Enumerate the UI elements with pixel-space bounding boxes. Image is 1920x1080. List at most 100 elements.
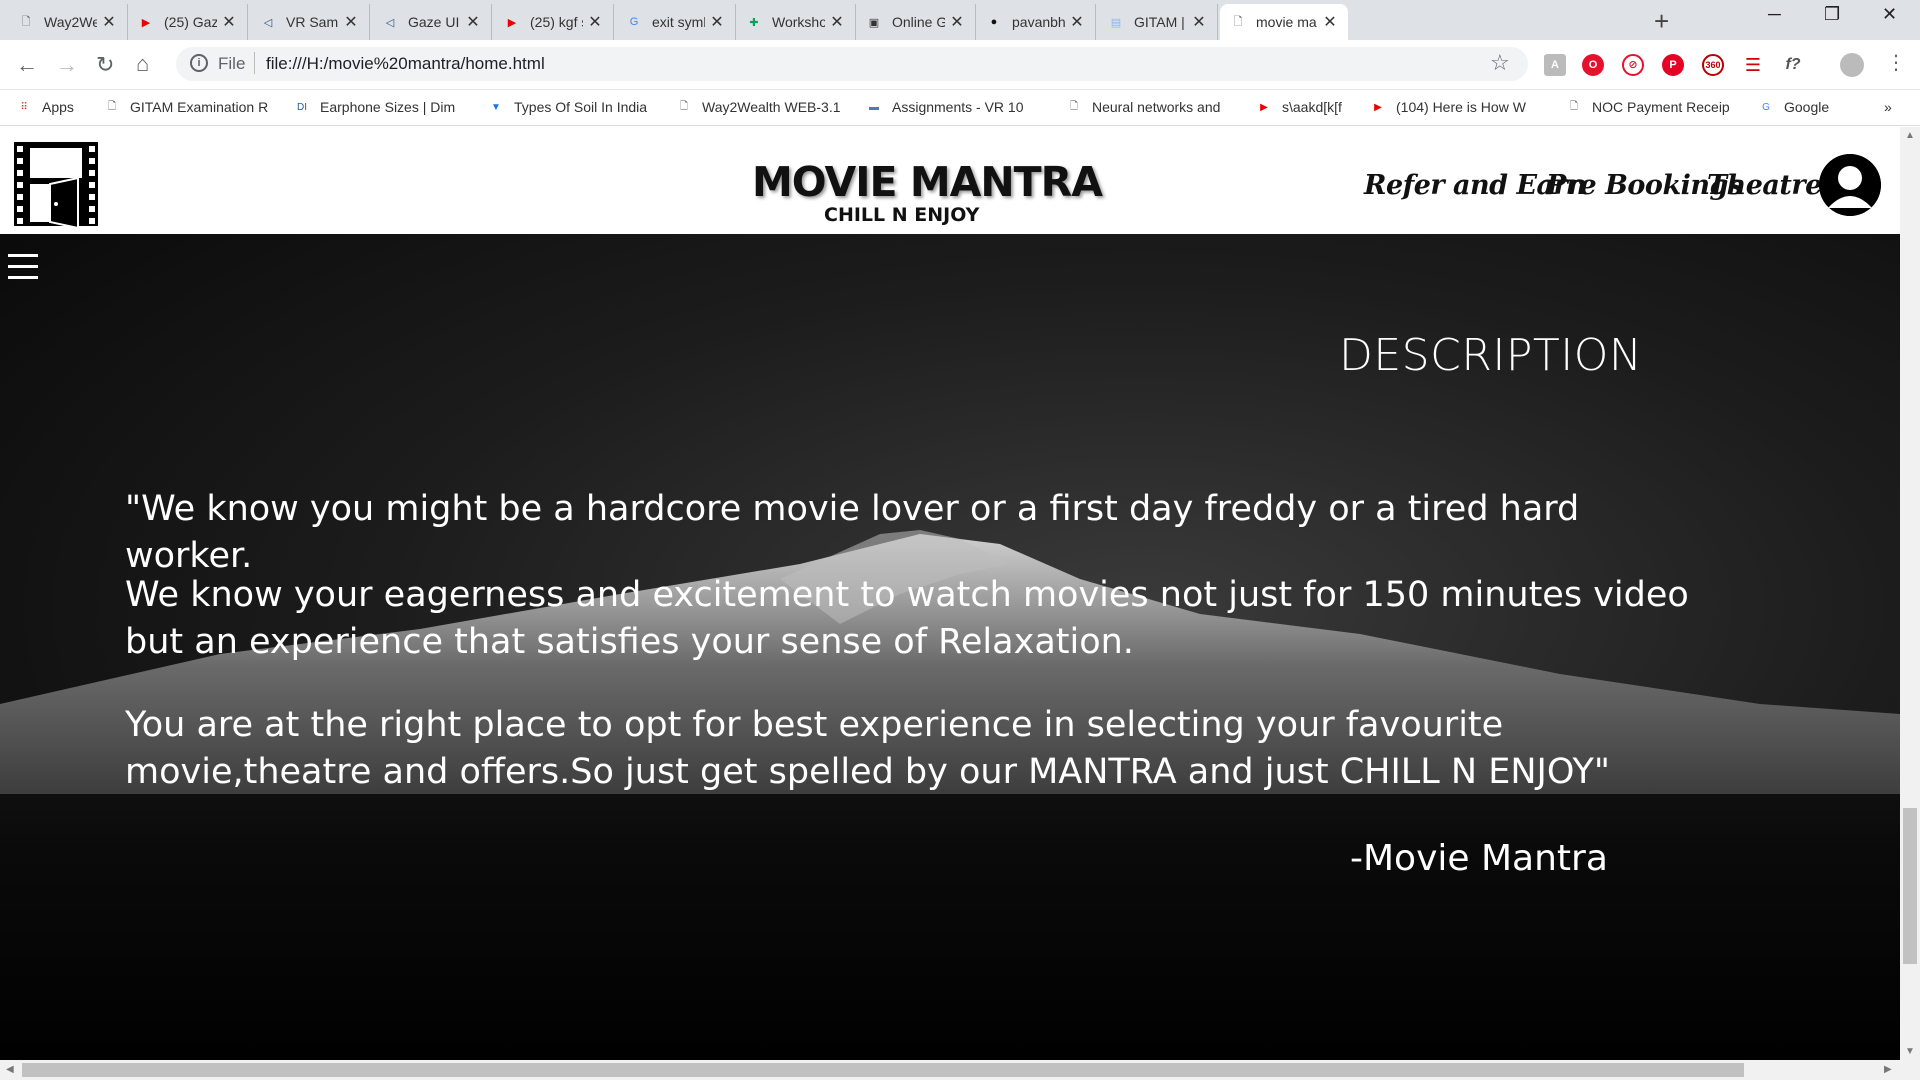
github-icon: ● xyxy=(990,16,998,28)
tab-close-icon[interactable]: ✕ xyxy=(709,12,725,32)
url-text[interactable]: file:///H:/movie%20mantra/home.html xyxy=(266,54,545,74)
nav-theatres[interactable]: Theatres xyxy=(1707,170,1837,201)
bookmark-item[interactable]: ▶ s\aakd[k[f xyxy=(1256,96,1352,118)
bookmark-label: Assignments - VR 10 xyxy=(892,99,1024,115)
tab-close-icon[interactable]: ✕ xyxy=(101,12,117,32)
tab-close-icon[interactable]: ✕ xyxy=(1069,12,1085,32)
bookmarks-overflow-button[interactable]: » xyxy=(1884,96,1892,118)
di-icon: DI xyxy=(297,101,307,113)
youtube-icon: ▶ xyxy=(1260,101,1268,113)
pdf-extension-icon[interactable]: A xyxy=(1544,54,1566,76)
page-icon: 🗋 xyxy=(21,15,31,28)
opera-extension-icon[interactable]: O xyxy=(1582,54,1604,76)
tab-label: Online GIF xyxy=(892,14,945,30)
browser-tab[interactable]: Gexit symbo✕ xyxy=(616,4,736,40)
bookmark-label: (104) Here is How W xyxy=(1396,99,1526,115)
google-icon: G xyxy=(629,16,639,28)
scroll-down-icon[interactable]: ▼ xyxy=(1905,1046,1915,1057)
browser-tab[interactable]: 🗋 movie ma ✕ xyxy=(1220,4,1348,40)
back-arrow-icon[interactable]: ← xyxy=(16,52,38,78)
vertical-scroll-thumb[interactable] xyxy=(1903,808,1917,964)
user-avatar-icon[interactable] xyxy=(1819,154,1881,216)
block-extension-icon[interactable]: ⊘ xyxy=(1622,54,1644,76)
description-paragraph-3: You are at the right place to opt for be… xyxy=(125,705,1610,792)
browser-tab[interactable]: ▶ (25) Gaze✕ xyxy=(128,4,248,40)
description-paragraph-1: "We know you might be a hardcore movie l… xyxy=(125,489,1580,576)
tab-label: Gaze UI fo xyxy=(408,14,461,30)
profile-icon[interactable] xyxy=(1840,53,1864,77)
browser-tab[interactable]: 🗋 Way2Wealth✕ xyxy=(8,4,128,40)
tab-label: GITAM | S xyxy=(1134,14,1187,30)
new-tab-button[interactable]: + xyxy=(1654,6,1669,37)
apps-grid-icon: ⠿ xyxy=(20,101,28,113)
browser-tab[interactable]: ◁ Gaze UI fo✕ xyxy=(372,4,492,40)
tab-close-icon[interactable]: ✕ xyxy=(587,12,603,32)
tab-label: (25) kgf sc xyxy=(530,14,583,30)
gif-icon: ▣ xyxy=(868,16,880,29)
tab-close-icon[interactable]: ✕ xyxy=(221,12,237,32)
browser-tab[interactable]: ● pavanbhe✕ xyxy=(976,4,1096,40)
minimize-icon[interactable]: ─ xyxy=(1768,4,1781,25)
tab-label: movie ma xyxy=(1256,14,1317,30)
youtube-icon: ▶ xyxy=(507,16,517,29)
tab-close-icon[interactable]: ✕ xyxy=(1191,12,1207,32)
pinterest-extension-icon[interactable]: P xyxy=(1662,54,1684,76)
scroll-up-icon[interactable]: ▲ xyxy=(1905,130,1915,141)
bookmark-item[interactable]: DI Earphone Sizes | Dim xyxy=(294,96,470,118)
tab-label: VR Sample xyxy=(286,14,339,30)
bookmark-item[interactable]: ▬ Assignments - VR 10 xyxy=(866,96,1046,118)
bookmark-item[interactable]: ▼ Types Of Soil In India xyxy=(488,96,658,118)
signature-text: -Movie Mantra xyxy=(1350,838,1608,879)
bookmark-item[interactable]: G Google xyxy=(1758,96,1842,118)
bookmark-item[interactable]: ▶ (104) Here is How W xyxy=(1370,96,1546,118)
horizontal-scroll-thumb[interactable] xyxy=(22,1063,1744,1077)
bookmark-item[interactable]: ⠿ Apps xyxy=(16,96,88,118)
browser-tab[interactable]: ▶ (25) kgf sc✕ xyxy=(494,4,614,40)
browser-tab[interactable]: ▣ Online GIF✕ xyxy=(856,4,976,40)
bookmark-label: Neural networks and xyxy=(1092,99,1221,115)
sheets-icon: ✚ xyxy=(749,16,759,29)
site-info-icon[interactable]: i xyxy=(190,54,208,72)
bookmark-label: NOC Payment Receip xyxy=(1592,99,1730,115)
tab-close-icon[interactable]: ✕ xyxy=(949,12,965,32)
browser-tab[interactable]: ✚ Workshop✕ xyxy=(736,4,856,40)
omnibox-divider xyxy=(254,52,255,74)
bookmark-item[interactable]: 🗋 NOC Payment Receip xyxy=(1566,96,1738,118)
brand-tagline: CHILL N ENJOY xyxy=(824,204,980,226)
doc-icon: ▤ xyxy=(1110,16,1122,29)
restore-icon[interactable]: ❐ xyxy=(1824,4,1840,25)
scroll-left-icon[interactable]: ◀ xyxy=(6,1064,14,1075)
tab-label: Way2Wealth xyxy=(44,14,97,30)
bookmark-label: Google xyxy=(1784,99,1830,115)
film-door-logo-icon[interactable] xyxy=(12,140,100,230)
tab-close-icon[interactable]: ✕ xyxy=(343,12,359,32)
bookmark-item[interactable]: 🗋 Neural networks and xyxy=(1066,96,1236,118)
scroll-right-icon[interactable]: ▶ xyxy=(1884,1064,1892,1075)
vr-icon: ◁ xyxy=(263,16,273,29)
tab-close-icon[interactable]: ✕ xyxy=(829,12,845,32)
list-extension-icon[interactable]: ☰ xyxy=(1742,54,1764,76)
description-heading: DESCRIPTION xyxy=(1339,330,1643,381)
description-paragraph-2: We know your eagerness and excitement to… xyxy=(125,575,1689,662)
menu-kebab-icon[interactable]: ⋮ xyxy=(1886,50,1906,75)
reload-icon[interactable]: ↻ xyxy=(96,52,114,78)
bookmark-item[interactable]: 🗋 Way2Wealth WEB-3.1 xyxy=(676,96,848,118)
bookmark-label: GITAM Examination R xyxy=(130,99,269,115)
browser-tab[interactable]: ◁ VR Sample✕ xyxy=(250,4,370,40)
browser-tab[interactable]: ▤ GITAM | S✕ xyxy=(1098,4,1218,40)
close-window-icon[interactable]: ✕ xyxy=(1882,4,1897,25)
bookmark-label: Earphone Sizes | Dim xyxy=(320,99,456,115)
formula-extension-icon[interactable]: f? xyxy=(1782,54,1804,76)
bookmark-star-icon[interactable]: ☆ xyxy=(1490,50,1510,76)
shield-icon: ▼ xyxy=(491,101,501,113)
tab-label: Workshop xyxy=(772,14,825,30)
tab-close-icon[interactable]: ✕ xyxy=(465,12,481,32)
page-icon: 🗋 xyxy=(1233,15,1243,28)
bookmark-item[interactable]: 🗋 GITAM Examination R xyxy=(104,96,276,118)
home-icon[interactable]: ⌂ xyxy=(136,51,149,77)
hamburger-menu-icon[interactable] xyxy=(8,254,38,280)
tab-close-icon[interactable]: ✕ xyxy=(1322,12,1338,32)
bookmark-label: Way2Wealth WEB-3.1 xyxy=(702,99,841,115)
360-extension-icon[interactable]: 360 xyxy=(1702,54,1724,76)
forward-arrow-icon[interactable]: → xyxy=(56,52,78,78)
